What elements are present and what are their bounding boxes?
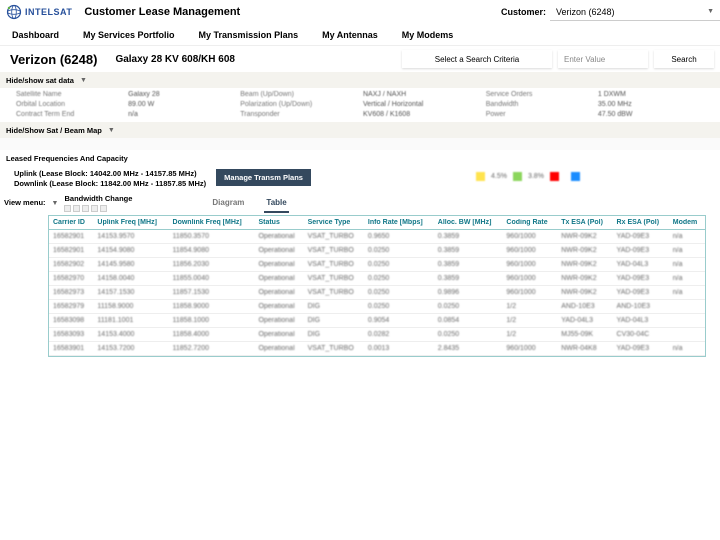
table-row[interactable]: 1658290214145.958011856.2030OperationalV… [49, 257, 705, 271]
table-header[interactable]: Rx ESA (Pol) [613, 216, 669, 230]
chevron-down-icon: ▼ [108, 127, 115, 134]
customer-label: Customer: [501, 7, 550, 17]
toggle-label: Hide/show sat data [6, 76, 74, 85]
bandwidth-change[interactable]: Bandwidth Change [64, 194, 132, 212]
tab-table[interactable]: Table [264, 194, 288, 213]
table-row[interactable]: 1658297911158.900011858.9000OperationalD… [49, 299, 705, 313]
search-button[interactable]: Search [654, 50, 714, 68]
chevron-down-icon: ▼ [80, 77, 87, 84]
carrier-table-wrap: Carrier IDUplink Freq [MHz]Downlink Freq… [48, 215, 706, 357]
table-header[interactable]: Modem [669, 216, 705, 230]
section-leased: Leased Frequencies And Capacity [0, 150, 720, 167]
sat-data-block: Satellite NameGalaxy 28Beam (Up/Down)NAX… [0, 88, 720, 122]
table-header[interactable]: Status [254, 216, 303, 230]
page-subtitle: Galaxy 28 KV 608/KH 608 [115, 54, 235, 65]
table-row[interactable]: 1658290114154.908011854.9080OperationalV… [49, 243, 705, 257]
lease-uplink: Uplink (Lease Block: 14042.00 MHz - 1415… [14, 169, 206, 179]
app-header: INTELSAT Customer Lease Management Custo… [0, 0, 720, 24]
view-tabs: Diagram Table [210, 194, 288, 213]
table-row[interactable]: 1658297314157.153011857.1530OperationalV… [49, 285, 705, 299]
lease-row: Uplink (Lease Block: 14042.00 MHz - 1415… [0, 167, 720, 191]
table-header[interactable]: Uplink Freq [MHz] [93, 216, 168, 230]
toggle-label: Hide/Show Sat / Beam Map [6, 126, 102, 135]
view-row: View menu: ▼ Bandwidth Change Diagram Ta… [0, 192, 720, 213]
table-row[interactable]: 1658309811181.100111858.1000OperationalD… [49, 313, 705, 327]
table-header[interactable]: Coding Rate [502, 216, 557, 230]
table-row[interactable]: 1658390114153.720011852.7200OperationalV… [49, 341, 705, 355]
table-row[interactable]: 1658309314153.400011858.4000OperationalD… [49, 327, 705, 341]
carrier-table: Carrier IDUplink Freq [MHz]Downlink Freq… [49, 216, 705, 356]
main-nav: Dashboard My Services Portfolio My Trans… [0, 24, 720, 46]
customer-value: Verizon (6248) [556, 7, 615, 17]
beam-map-placeholder [0, 138, 720, 150]
chevron-down-icon[interactable]: ▼ [52, 200, 59, 207]
customer-select[interactable]: Verizon (6248) ▼ [550, 3, 720, 21]
brand-name: INTELSAT [25, 7, 72, 17]
table-row[interactable]: 1658297014158.004011855.0040OperationalV… [49, 271, 705, 285]
nav-services[interactable]: My Services Portfolio [71, 30, 187, 40]
nav-transmission[interactable]: My Transmission Plans [187, 30, 311, 40]
table-header[interactable]: Tx ESA (Pol) [557, 216, 612, 230]
table-header[interactable]: Service Type [304, 216, 364, 230]
app-title: Customer Lease Management [84, 6, 240, 18]
table-row[interactable]: 1658290114153.957011850.3570OperationalV… [49, 229, 705, 243]
capacity-legend: 4.5%3.8% [476, 169, 706, 183]
sub-header: Verizon (6248) Galaxy 28 KV 608/KH 608 S… [0, 46, 720, 72]
table-header[interactable]: Info Rate [Mbps] [364, 216, 434, 230]
nav-antennas[interactable]: My Antennas [310, 30, 390, 40]
nav-modems[interactable]: My Modems [390, 30, 466, 40]
brand-logo: INTELSAT [0, 4, 78, 20]
lease-downlink: Downlink (Lease Block: 11842.00 MHz - 11… [14, 179, 206, 189]
page-title: Verizon (6248) [0, 52, 107, 67]
view-menu-label: View menu: [4, 199, 46, 207]
lease-info: Uplink (Lease Block: 14042.00 MHz - 1415… [14, 169, 206, 189]
toggle-sat-data[interactable]: Hide/show sat data ▼ [0, 72, 720, 88]
search-criteria-select[interactable]: Select a Search Criteria [402, 50, 552, 68]
search-input[interactable]: Enter Value [558, 50, 648, 68]
chevron-down-icon: ▼ [707, 8, 714, 15]
nav-dashboard[interactable]: Dashboard [0, 30, 71, 40]
table-header[interactable]: Carrier ID [49, 216, 93, 230]
table-header[interactable]: Downlink Freq [MHz] [169, 216, 255, 230]
bandwidth-slots [64, 205, 132, 212]
tab-diagram[interactable]: Diagram [210, 194, 246, 213]
table-header[interactable]: Alloc. BW [MHz] [434, 216, 503, 230]
toggle-beam-map[interactable]: Hide/Show Sat / Beam Map ▼ [0, 122, 720, 138]
manage-transmission-button[interactable]: Manage Transm Plans [216, 169, 311, 186]
globe-icon [6, 4, 22, 20]
